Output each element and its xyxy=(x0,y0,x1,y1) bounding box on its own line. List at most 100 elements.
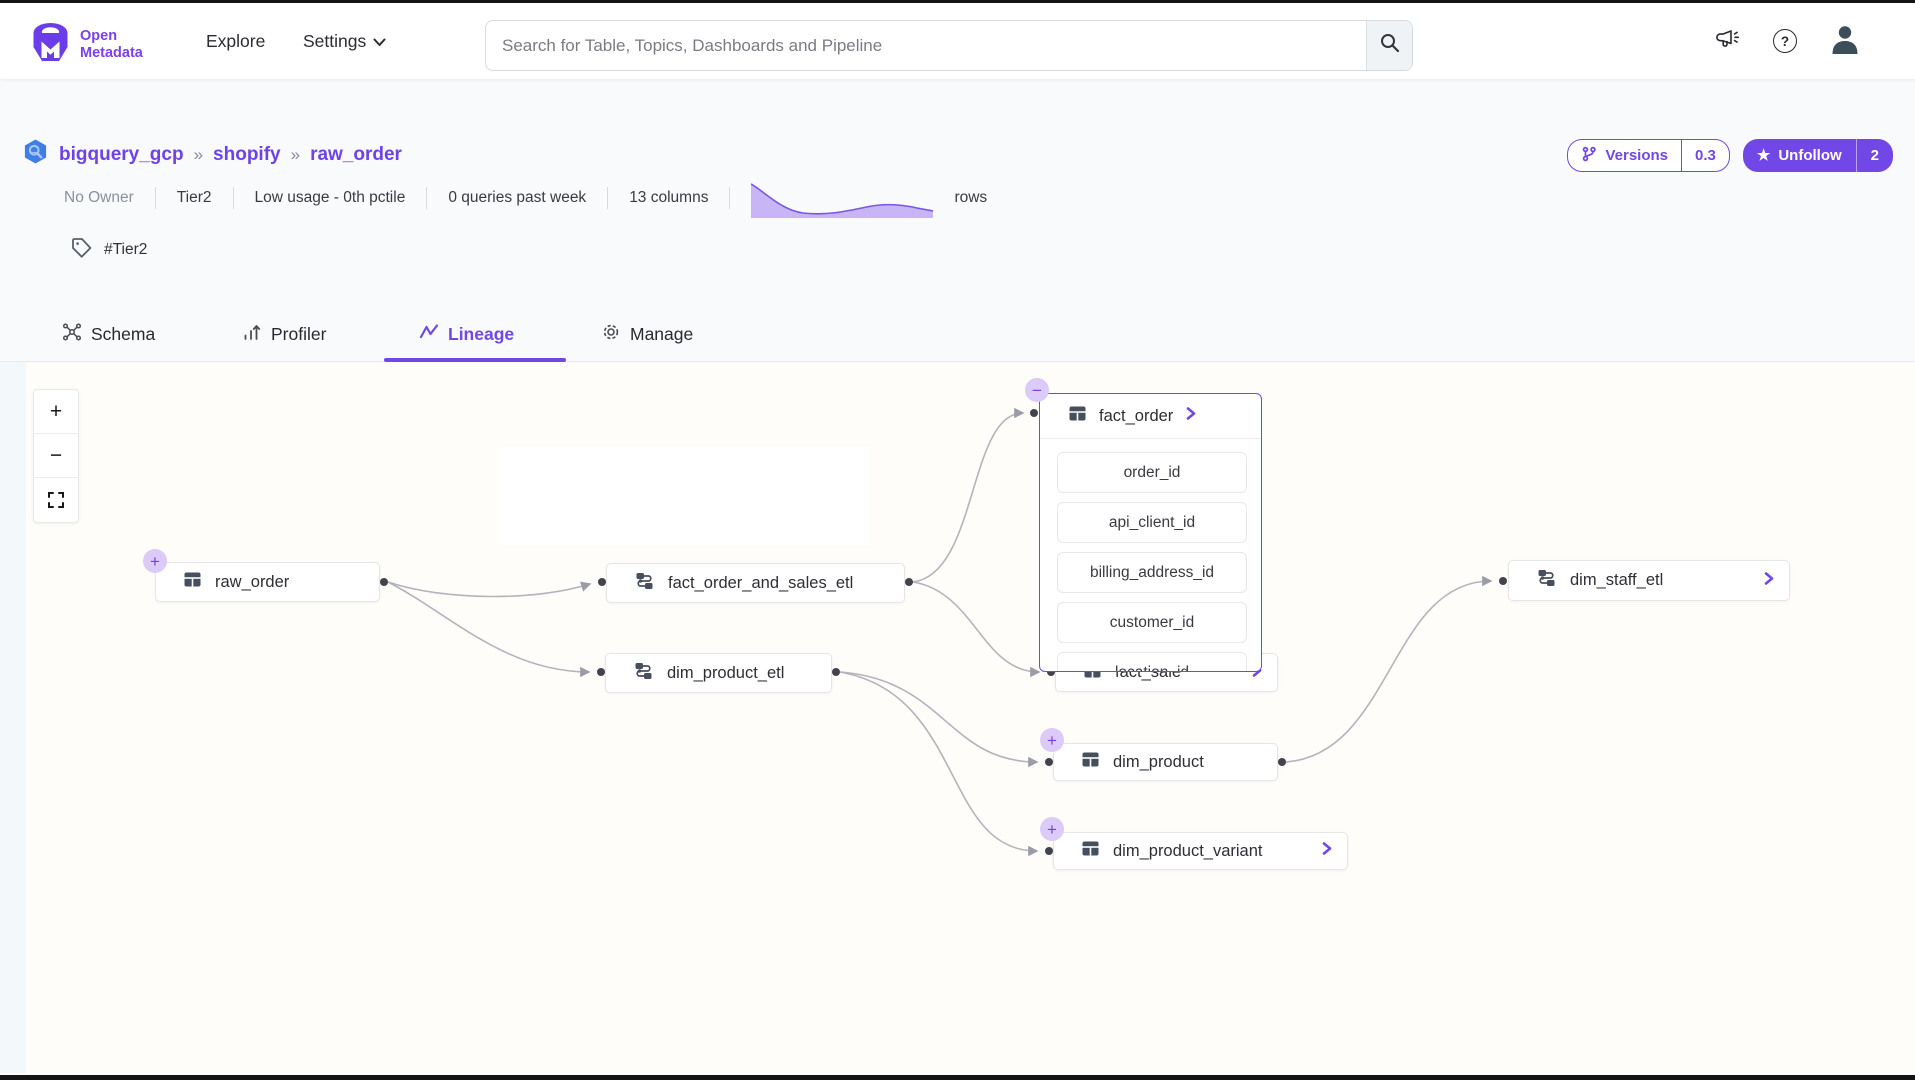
canvas-zoom-controls: + − xyxy=(33,389,79,523)
pipeline-icon xyxy=(1536,569,1557,592)
node-label: raw_order xyxy=(215,573,289,592)
chevron-right-icon[interactable] xyxy=(1321,841,1333,861)
star-icon: ★ xyxy=(1757,148,1770,163)
version-number: 0.3 xyxy=(1681,140,1729,171)
column-pill[interactable]: customer_id xyxy=(1057,602,1247,643)
profiler-icon xyxy=(242,322,262,347)
lineage-node-dim-staff-etl[interactable]: dim_staff_etl xyxy=(1508,560,1790,601)
search-icon xyxy=(1379,32,1401,59)
fact-order-columns: order_id api_client_id billing_address_i… xyxy=(1040,439,1261,672)
node-label: dim_staff_etl xyxy=(1570,571,1663,590)
pipeline-icon xyxy=(634,572,655,595)
breadcrumb-table[interactable]: raw_order xyxy=(310,144,402,166)
brand-logo[interactable]: Open Metadata xyxy=(28,20,143,70)
node-label: fact_order xyxy=(1099,407,1173,426)
node-label: dim_product xyxy=(1113,753,1204,772)
versions-button[interactable]: Versions 0.3 xyxy=(1567,139,1729,172)
collapse-columns-badge[interactable]: − xyxy=(1025,378,1049,402)
columns-count-label: 13 columns xyxy=(629,189,708,207)
tier-label[interactable]: Tier2 xyxy=(177,189,212,207)
canvas-left-gutter xyxy=(0,362,26,1073)
openmetadata-logo-icon xyxy=(28,20,73,70)
unfollow-button[interactable]: ★ Unfollow 2 xyxy=(1743,139,1893,172)
breadcrumb-service[interactable]: bigquery_gcp xyxy=(59,144,184,166)
tab-manage[interactable]: Manage xyxy=(601,308,693,361)
search-input[interactable] xyxy=(486,21,1366,70)
meta-divider xyxy=(607,187,608,209)
lineage-node-raw-order[interactable]: raw_order xyxy=(155,562,380,602)
breadcrumb: bigquery_gcp » shopify » raw_order xyxy=(22,138,402,171)
global-search xyxy=(485,20,1413,71)
expand-upstream-badge[interactable]: + xyxy=(143,549,167,573)
zoom-out-button[interactable]: − xyxy=(34,434,78,478)
megaphone-icon xyxy=(1714,26,1741,56)
branch-icon xyxy=(1581,146,1597,166)
lineage-canvas[interactable]: + − raw_order + fact_order_and_sales_etl xyxy=(0,362,1915,1073)
expand-columns-badge[interactable]: + xyxy=(1040,817,1064,841)
meta-divider xyxy=(155,187,156,209)
gear-icon xyxy=(601,322,621,347)
chevron-down-icon xyxy=(373,31,386,52)
search-button[interactable] xyxy=(1366,21,1412,70)
tag-icon xyxy=(70,236,93,264)
lineage-edges xyxy=(0,362,1915,1073)
tab-profiler[interactable]: Profiler xyxy=(242,308,326,361)
node-label: dim_product_variant xyxy=(1113,842,1263,861)
lineage-node-fact-order-expanded[interactable]: fact_order order_id api_client_id billin… xyxy=(1039,393,1262,672)
lineage-icon xyxy=(419,322,439,347)
column-pill[interactable]: api_client_id xyxy=(1057,502,1247,543)
tab-schema[interactable]: Schema xyxy=(62,308,155,361)
header-actions: Versions 0.3 ★ Unfollow 2 xyxy=(1567,139,1893,172)
schema-icon xyxy=(62,322,82,347)
chevron-right-icon[interactable] xyxy=(1763,571,1775,591)
breadcrumb-database[interactable]: shopify xyxy=(213,144,281,166)
column-pill[interactable]: location_id xyxy=(1057,652,1247,672)
announcements-button[interactable] xyxy=(1714,3,1741,79)
chevron-right-icon[interactable] xyxy=(1185,406,1197,426)
queries-label: 0 queries past week xyxy=(448,189,586,207)
lineage-node-dim-product-etl[interactable]: dim_product_etl xyxy=(605,653,832,693)
lineage-node-fact-order-and-sales-etl[interactable]: fact_order_and_sales_etl xyxy=(606,563,905,603)
app-window: Open Metadata Explore Settings xyxy=(0,0,1915,1080)
column-pill[interactable]: billing_address_id xyxy=(1057,552,1247,593)
rows-label: rows xyxy=(954,189,987,207)
expand-columns-badge[interactable]: + xyxy=(1040,728,1064,752)
fact-order-header[interactable]: fact_order xyxy=(1040,394,1261,439)
breadcrumb-separator: » xyxy=(194,145,203,165)
followers-count: 2 xyxy=(1856,139,1893,172)
breadcrumb-separator: » xyxy=(291,145,300,165)
table-icon xyxy=(1068,404,1087,428)
screen-bottom-border xyxy=(0,1073,1915,1080)
pipeline-icon xyxy=(633,662,654,685)
node-label: dim_product_etl xyxy=(667,664,784,683)
entity-meta-row: No Owner Tier2 Low usage - 0th pctile 0 … xyxy=(64,180,987,216)
screen-top-border xyxy=(0,0,1915,3)
meta-divider xyxy=(729,187,730,209)
owner-label[interactable]: No Owner xyxy=(64,189,134,207)
column-pill[interactable]: order_id xyxy=(1057,452,1247,493)
active-tab-underline xyxy=(384,358,566,362)
entity-tabs: Schema Profiler Lineage xyxy=(0,308,1915,362)
tag-row: #Tier2 xyxy=(70,236,147,264)
table-icon xyxy=(183,570,202,594)
fit-view-button[interactable] xyxy=(34,478,78,522)
nav-explore[interactable]: Explore xyxy=(206,3,265,79)
lineage-node-dim-product[interactable]: dim_product xyxy=(1053,743,1278,781)
top-navbar: Open Metadata Explore Settings xyxy=(0,3,1915,79)
brand-name: Open Metadata xyxy=(80,28,143,61)
help-icon: ? xyxy=(1773,29,1797,53)
tab-lineage[interactable]: Lineage xyxy=(419,308,514,361)
bigquery-service-icon xyxy=(22,138,49,171)
table-icon xyxy=(1081,750,1100,774)
lineage-node-dim-product-variant[interactable]: dim_product_variant xyxy=(1053,832,1348,870)
meta-divider xyxy=(426,187,427,209)
help-button[interactable]: ? xyxy=(1773,3,1797,79)
nav-settings[interactable]: Settings xyxy=(303,3,386,79)
usage-label: Low usage - 0th pctile xyxy=(255,189,406,207)
row-count-sparkline xyxy=(751,178,933,223)
tier-tag-label[interactable]: #Tier2 xyxy=(104,241,147,259)
meta-divider xyxy=(233,187,234,209)
canvas-highlight-patch xyxy=(499,447,870,545)
user-menu[interactable] xyxy=(1828,3,1862,79)
zoom-in-button[interactable]: + xyxy=(34,390,78,434)
